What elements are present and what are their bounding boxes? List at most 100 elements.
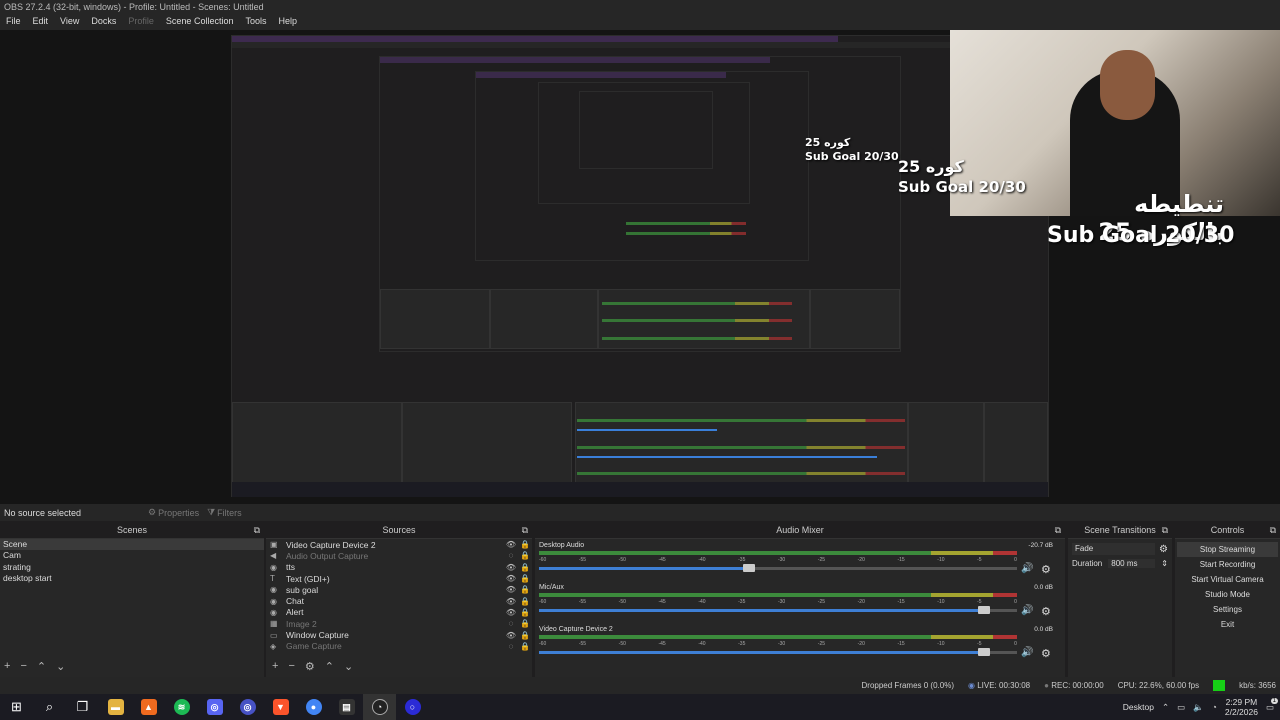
obs-icon[interactable]: ◔ xyxy=(363,694,396,720)
menu-edit[interactable]: Edit xyxy=(33,16,49,29)
discord-alt-icon[interactable]: ◎ xyxy=(231,694,264,720)
chevron-up-icon[interactable]: ⌃ xyxy=(1162,702,1169,713)
add-icon[interactable]: + xyxy=(4,660,10,673)
speaker-icon[interactable]: 🔊 xyxy=(1021,563,1035,574)
eye-icon[interactable]: ◌ xyxy=(504,642,518,651)
menu-docks[interactable]: Docks xyxy=(91,16,116,29)
source-item[interactable]: ◈ Game Capture ◌ 🔒 xyxy=(266,641,532,652)
properties-button[interactable]: ⚙ Properties xyxy=(148,507,199,518)
volume-slider-knob[interactable] xyxy=(743,564,755,572)
source-item[interactable]: ▭ Window Capture 👁 🔒 xyxy=(266,629,532,640)
eye-icon[interactable]: 👁 xyxy=(504,574,518,583)
file-explorer-icon[interactable]: ▬ xyxy=(99,694,132,720)
source-item[interactable]: ◉ tts 👁 🔒 xyxy=(266,562,532,573)
undock-icon[interactable]: ⧉ xyxy=(522,525,528,536)
speaker-icon[interactable]: 🔈 xyxy=(1193,702,1204,713)
spotify-icon[interactable]: ≋ xyxy=(165,694,198,720)
exit-button[interactable]: Exit xyxy=(1177,617,1278,632)
volume-slider-knob[interactable] xyxy=(978,648,990,656)
windows-start-icon[interactable]: ⊞ xyxy=(0,694,33,720)
gear-icon[interactable]: ⚙ xyxy=(1041,647,1055,660)
move-down-icon[interactable]: ⌄ xyxy=(344,660,353,673)
scene-item[interactable]: desktop start xyxy=(0,573,264,584)
move-up-icon[interactable]: ⌃ xyxy=(325,660,334,673)
remove-icon[interactable]: − xyxy=(20,660,26,673)
settings-button[interactable]: Settings xyxy=(1177,602,1278,617)
undock-icon[interactable]: ⧉ xyxy=(1162,525,1168,536)
transition-select[interactable]: Fade xyxy=(1072,543,1156,555)
lock-icon[interactable]: 🔒 xyxy=(518,631,532,640)
search-icon[interactable]: ⌕ xyxy=(33,694,66,720)
eye-icon[interactable]: 👁 xyxy=(504,585,518,594)
menu-view[interactable]: View xyxy=(60,16,79,29)
duration-input[interactable]: 800 ms xyxy=(1108,559,1156,568)
studio-mode-button[interactable]: Studio Mode xyxy=(1177,587,1278,602)
start-recording-button[interactable]: Start Recording xyxy=(1177,557,1278,572)
stepper-icon[interactable]: ⇕ xyxy=(1161,559,1168,568)
clock[interactable]: 2:29 PM 2/2/2026 xyxy=(1225,697,1258,717)
menu-file[interactable]: File xyxy=(6,16,21,29)
move-up-icon[interactable]: ⌃ xyxy=(37,660,46,673)
gear-icon[interactable]: ⚙ xyxy=(1041,563,1055,576)
source-item[interactable]: ◉ Alert 👁 🔒 xyxy=(266,607,532,618)
source-item[interactable]: ◉ Chat 👁 🔒 xyxy=(266,595,532,606)
scale-tick: -55 xyxy=(578,557,587,563)
start-virtual-camera-button[interactable]: Start Virtual Camera xyxy=(1177,572,1278,587)
terminal-icon[interactable]: ▤ xyxy=(330,694,363,720)
lock-icon[interactable]: 🔒 xyxy=(518,574,532,583)
eye-icon[interactable]: ◌ xyxy=(504,619,518,628)
desktop-toolbar-label[interactable]: Desktop xyxy=(1123,702,1154,712)
brave-icon[interactable]: ▼ xyxy=(264,694,297,720)
lock-icon[interactable]: 🔒 xyxy=(518,619,532,628)
lock-icon[interactable]: 🔒 xyxy=(518,597,532,606)
scene-item[interactable]: Scene xyxy=(0,539,264,551)
speaker-icon[interactable]: 🔊 xyxy=(1021,647,1035,658)
app-blue-ring-icon[interactable]: ○ xyxy=(396,694,429,720)
network-icon[interactable]: ▭ xyxy=(1177,702,1185,713)
eye-icon[interactable]: ◌ xyxy=(504,551,518,560)
chrome-icon[interactable]: ● xyxy=(297,694,330,720)
undock-icon[interactable]: ⧉ xyxy=(1270,525,1276,536)
notification-icon[interactable]: ▭ 1 xyxy=(1266,697,1278,713)
browser-icon: ◉ xyxy=(270,562,277,572)
add-icon[interactable]: + xyxy=(272,660,278,673)
menu-scene-collection[interactable]: Scene Collection xyxy=(166,16,234,29)
wifi-icon[interactable]: ◔ xyxy=(1212,702,1217,712)
lock-icon[interactable]: 🔒 xyxy=(518,540,532,549)
eye-icon[interactable]: 👁 xyxy=(504,597,518,606)
undock-icon[interactable]: ⧉ xyxy=(254,525,260,536)
source-item[interactable]: ◉ sub goal 👁 🔒 xyxy=(266,584,532,595)
eye-icon[interactable]: 👁 xyxy=(504,540,518,549)
lock-icon[interactable]: 🔒 xyxy=(518,563,532,572)
undock-icon[interactable]: ⧉ xyxy=(1055,525,1061,536)
scene-item[interactable]: strating xyxy=(0,562,264,573)
app-orange-icon[interactable]: ▲ xyxy=(132,694,165,720)
eye-icon[interactable]: 👁 xyxy=(504,563,518,572)
preview-canvas[interactable]: 25 كوره Sub Goal 20/30 كوره 25 Sub Goal … xyxy=(0,30,1280,504)
filters-button[interactable]: ⧩ Filters xyxy=(207,507,242,518)
menu-tools[interactable]: Tools xyxy=(245,16,266,29)
scene-item[interactable]: Cam xyxy=(0,550,264,561)
volume-track[interactable] xyxy=(749,567,1017,570)
source-item[interactable]: ▦ Image 2 ◌ 🔒 xyxy=(266,618,532,629)
speaker-icon[interactable]: 🔊 xyxy=(1021,605,1035,616)
remove-icon[interactable]: − xyxy=(288,660,294,673)
gear-icon[interactable]: ⚙ xyxy=(1159,544,1168,555)
eye-icon[interactable]: 👁 xyxy=(504,608,518,617)
source-item[interactable]: ◀ Audio Output Capture ◌ 🔒 xyxy=(266,550,532,561)
menu-help[interactable]: Help xyxy=(278,16,297,29)
lock-icon[interactable]: 🔒 xyxy=(518,585,532,594)
lock-icon[interactable]: 🔒 xyxy=(518,551,532,560)
volume-slider-knob[interactable] xyxy=(978,606,990,614)
lock-icon[interactable]: 🔒 xyxy=(518,642,532,651)
source-item[interactable]: ▣ Video Capture Device 2 👁 🔒 xyxy=(266,539,532,550)
gear-icon[interactable]: ⚙ xyxy=(1041,605,1055,618)
lock-icon[interactable]: 🔒 xyxy=(518,608,532,617)
move-down-icon[interactable]: ⌄ xyxy=(56,660,65,673)
source-item[interactable]: T Text (GDI+) 👁 🔒 xyxy=(266,573,532,584)
discord-icon[interactable]: ◎ xyxy=(198,694,231,720)
stop-streaming-button[interactable]: Stop Streaming xyxy=(1177,542,1278,557)
task-view-icon[interactable]: ❐ xyxy=(66,694,99,720)
eye-icon[interactable]: 👁 xyxy=(504,631,518,640)
gear-icon[interactable]: ⚙ xyxy=(305,660,315,673)
